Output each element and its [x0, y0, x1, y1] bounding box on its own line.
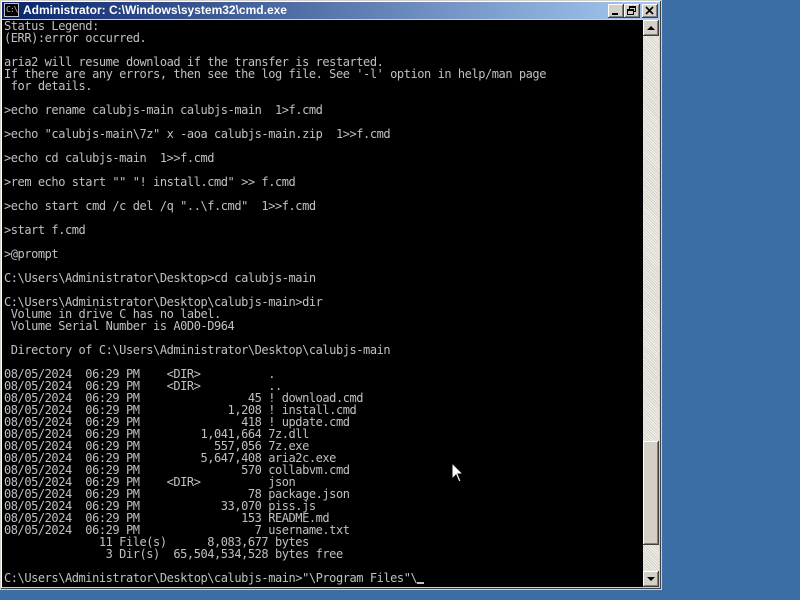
- console-line: >echo "calubjs-main\7z" x -aoa calubjs-m…: [4, 127, 391, 141]
- console-line: >start f.cmd: [4, 223, 86, 237]
- console-line: for details.: [4, 79, 93, 93]
- console-line: 3 Dir(s) 65,504,534,528 bytes free: [4, 547, 344, 561]
- console-line: C:\Users\Administrator\Desktop>cd calubj…: [4, 271, 316, 285]
- console-line: Directory of C:\Users\Administrator\Desk…: [4, 343, 391, 357]
- scrollbar-thumb[interactable]: [643, 441, 659, 546]
- window-title: Administrator: C:\Windows\system32\cmd.e…: [23, 3, 287, 17]
- console-line: C:\Users\Administrator\Desktop\calubjs-m…: [4, 572, 546, 584]
- scroll-down-arrow-icon: [647, 577, 655, 581]
- desktop-background: C:\ Administrator: C:\Windows\system32\c…: [0, 0, 800, 600]
- mouse-pointer: [451, 461, 465, 488]
- scroll-up-button[interactable]: [643, 20, 659, 36]
- text-cursor: [417, 582, 425, 584]
- console-text: Status Legend: (ERR):error occurred. aria2…: [4, 20, 546, 584]
- close-icon: [645, 6, 654, 15]
- minimize-icon: [612, 13, 618, 15]
- console-line: >echo rename calubjs-main calubjs-main 1…: [4, 103, 323, 117]
- scroll-down-button[interactable]: [643, 571, 659, 587]
- console-line: >echo cd calubjs-main 1>>f.cmd: [4, 151, 215, 165]
- cmd-app-icon[interactable]: C:\: [4, 3, 19, 17]
- maximize-button[interactable]: [624, 4, 640, 18]
- minimize-button[interactable]: [608, 4, 624, 18]
- console-line: >rem echo start "" "! install.cmd" >> f.…: [4, 175, 296, 189]
- title-bar[interactable]: C:\ Administrator: C:\Windows\system32\c…: [2, 2, 660, 19]
- console-line: >echo start cmd /c del /q "..\f.cmd" 1>>…: [4, 199, 316, 213]
- console-line: (ERR):error occurred.: [4, 31, 147, 45]
- vertical-scrollbar[interactable]: [643, 20, 659, 587]
- close-button[interactable]: [642, 4, 658, 18]
- mouse-pointer-icon: [451, 461, 465, 483]
- console-output[interactable]: Status Legend: (ERR):error occurred. aria2…: [2, 20, 643, 587]
- cmd-app-icon-text: C:\: [6, 5, 18, 14]
- cmd-window[interactable]: C:\ Administrator: C:\Windows\system32\c…: [0, 0, 662, 590]
- console-line: >@prompt: [4, 247, 59, 261]
- scroll-up-arrow-icon: [647, 26, 655, 30]
- maximize-icon: [627, 6, 636, 15]
- console-line: Volume Serial Number is A0D0-D964: [4, 319, 235, 333]
